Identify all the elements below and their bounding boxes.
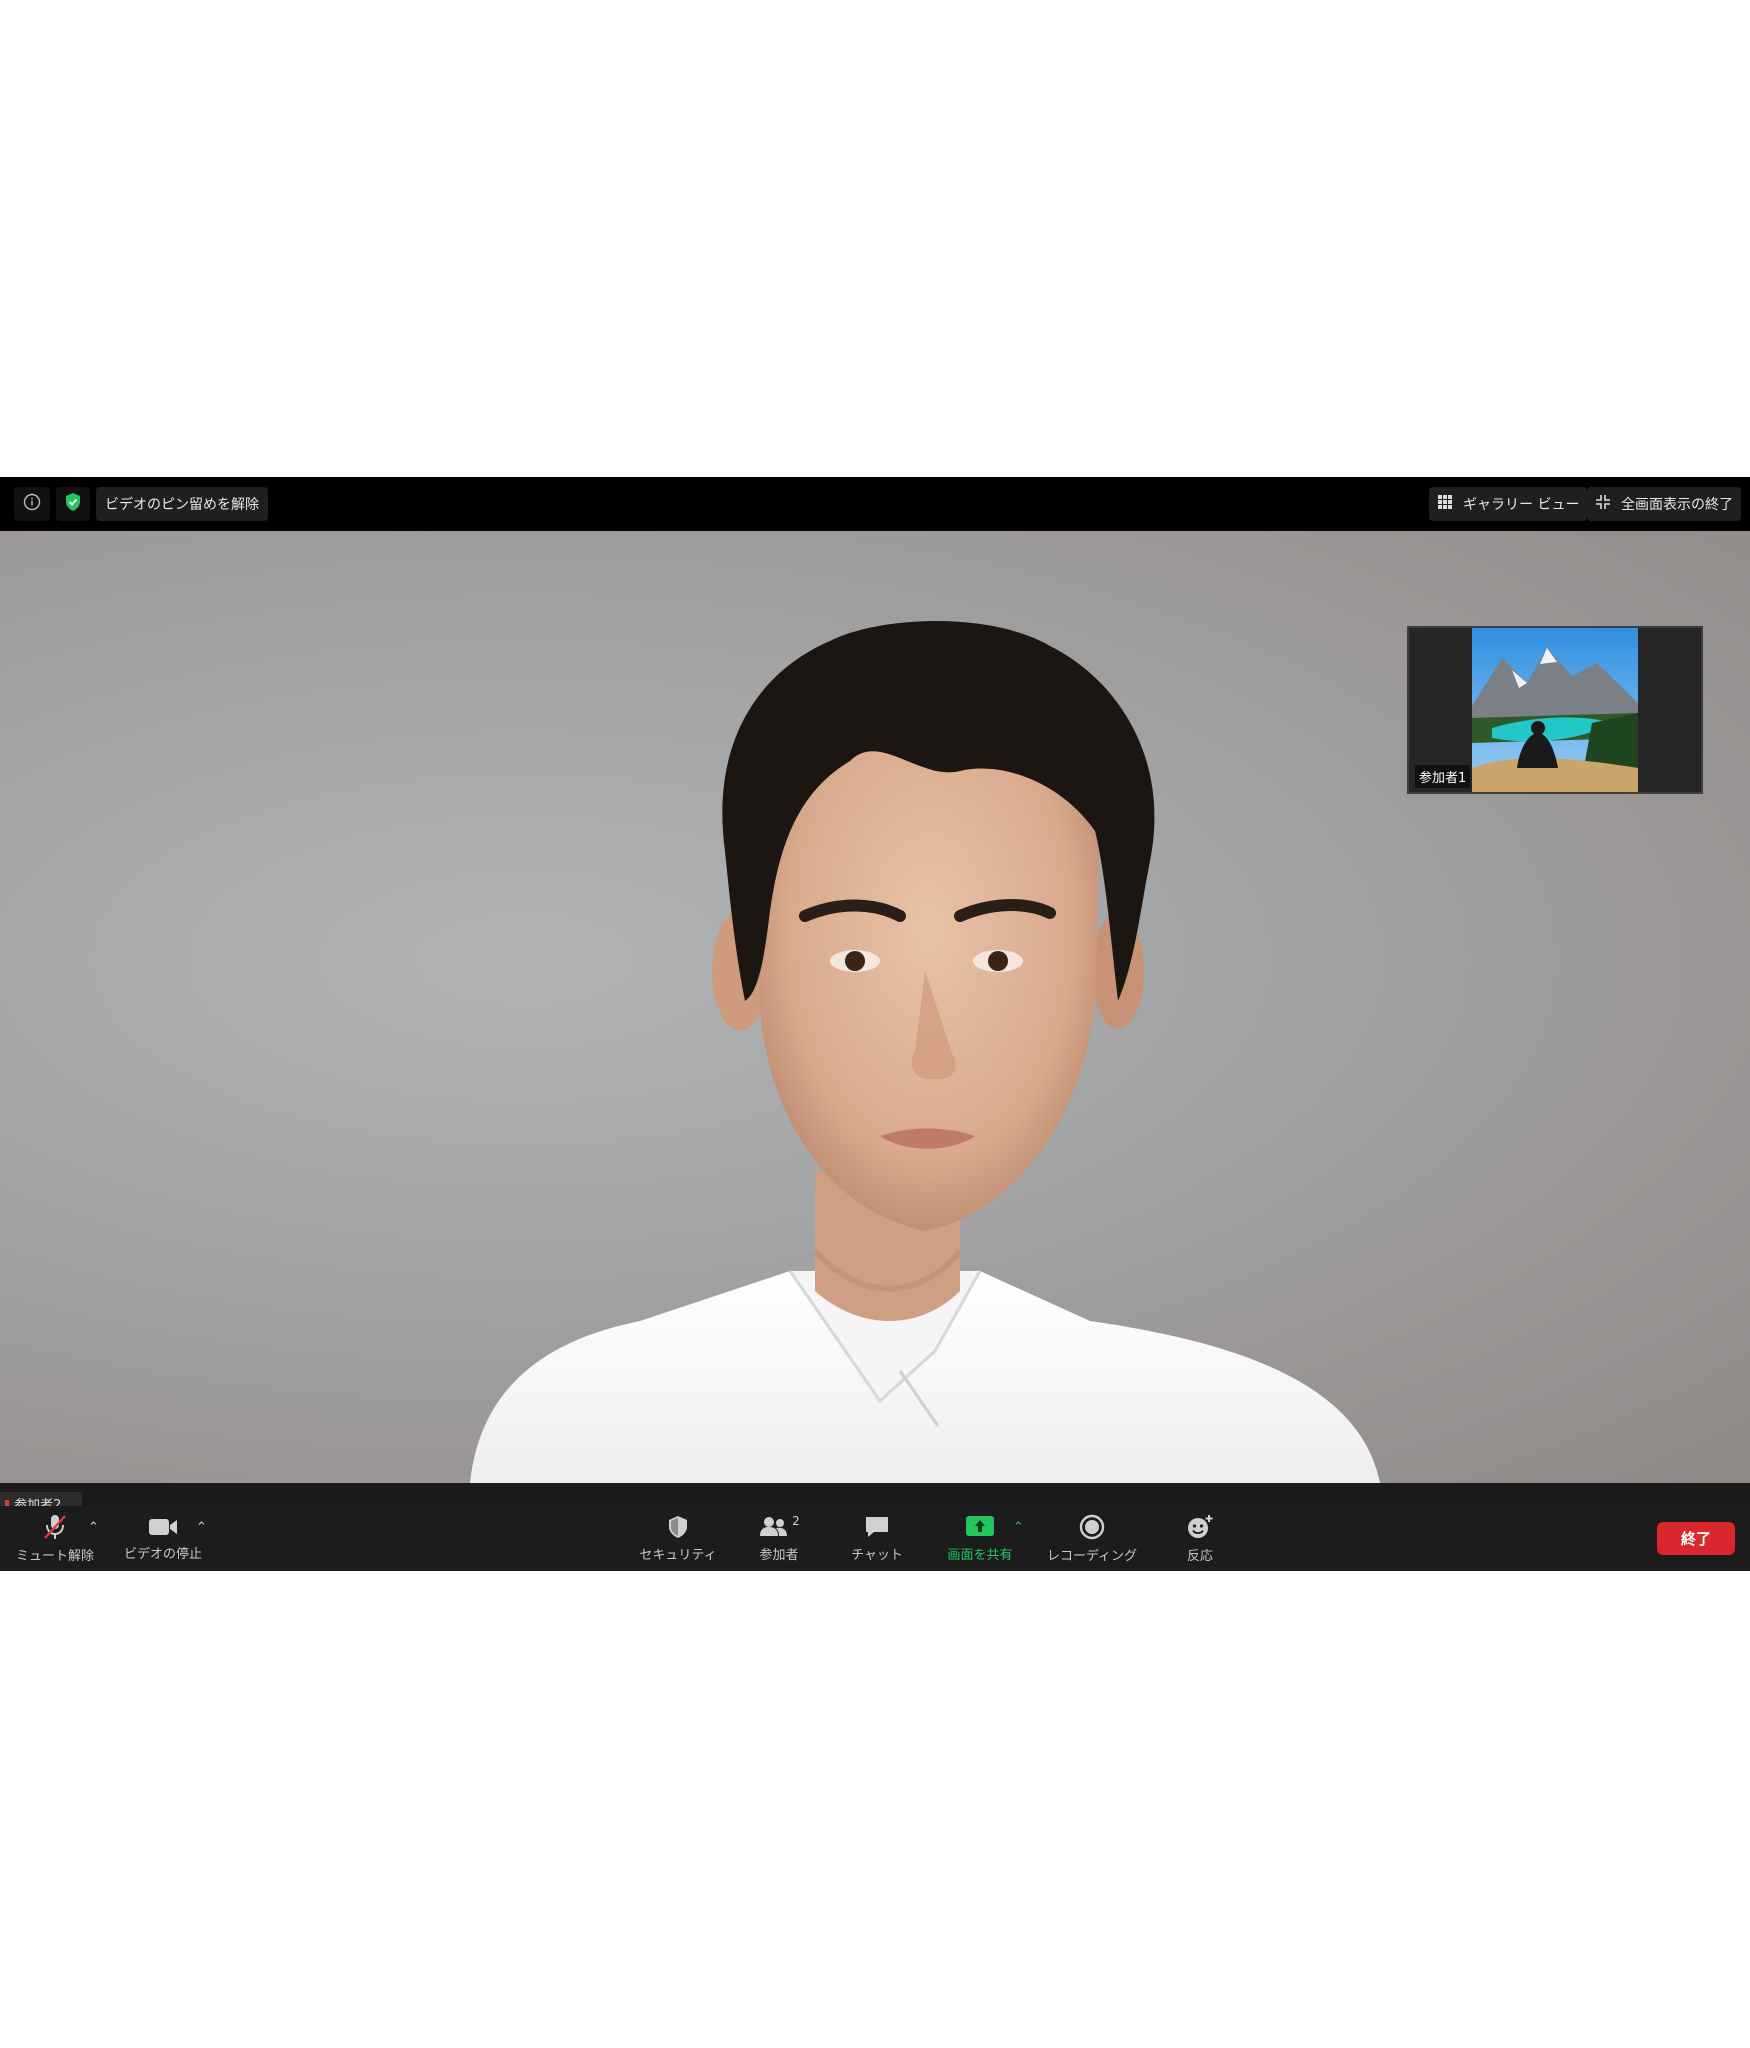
top-bar: ビデオのピン留めを解除 ギャラリー ビュー 全画面表示の終了 (0, 477, 1750, 531)
recording-button[interactable]: レコーディング (1042, 1506, 1142, 1571)
emoji-add-icon (1185, 1513, 1215, 1541)
video-options-caret-icon[interactable]: ⌃ (196, 1520, 207, 1535)
reactions-label: 反応 (1186, 1549, 1213, 1564)
grid-icon (1437, 494, 1453, 514)
stop-video-button[interactable]: ビデオの停止 (120, 1506, 206, 1571)
participants-label: 参加者 (759, 1548, 799, 1563)
share-screen-icon (964, 1514, 996, 1540)
exit-fullscreen-label: 全画面表示の終了 (1621, 497, 1733, 513)
security-shield-icon (665, 1514, 691, 1540)
chat-label: チャット (851, 1548, 903, 1563)
bottom-toolbar: ミュート解除 ⌃ ビデオの停止 ⌃ セキュリティ 2 参加者 チャット 画面を共… (0, 1506, 1750, 1571)
chat-bubble-icon (863, 1514, 891, 1540)
encryption-shield-button[interactable] (56, 487, 90, 521)
participant-1-video-image (1472, 628, 1638, 792)
shield-check-icon (64, 492, 82, 516)
end-meeting-button[interactable]: 終了 (1657, 1522, 1735, 1555)
share-screen-label: 画面を共有 (947, 1548, 1013, 1563)
unpin-video-button[interactable]: ビデオのピン留めを解除 (96, 487, 268, 521)
unmute-button[interactable]: ミュート解除 (12, 1506, 98, 1571)
collapse-icon (1595, 494, 1611, 514)
muted-microphone-icon (40, 1513, 70, 1541)
exit-fullscreen-button[interactable]: 全画面表示の終了 (1587, 487, 1741, 521)
zoom-window: ビデオのピン留めを解除 ギャラリー ビュー 全画面表示の終了 参加者1 ▮ 参加… (0, 477, 1750, 1571)
record-icon (1078, 1513, 1106, 1541)
participants-count: 2 (792, 1514, 800, 1528)
security-button[interactable]: セキュリティ (634, 1506, 722, 1571)
stop-video-label: ビデオの停止 (123, 1547, 202, 1562)
chat-button[interactable]: チャット (836, 1506, 918, 1571)
thumbnail-participant-name: 参加者1 (1415, 765, 1471, 788)
share-screen-button[interactable]: 画面を共有 (935, 1506, 1025, 1571)
recording-label: レコーディング (1046, 1549, 1138, 1564)
gallery-view-label: ギャラリー ビュー (1463, 497, 1580, 513)
participants-icon (758, 1514, 790, 1540)
info-button[interactable] (14, 487, 50, 521)
main-video-view: 参加者1 (0, 531, 1750, 1483)
share-options-caret-icon[interactable]: ⌃ (1013, 1520, 1024, 1535)
info-icon (23, 493, 41, 515)
audio-options-caret-icon[interactable]: ⌃ (88, 1520, 99, 1535)
video-camera-icon (147, 1515, 179, 1539)
participants-button[interactable]: 2 参加者 (738, 1506, 820, 1571)
unmute-label: ミュート解除 (15, 1549, 94, 1564)
gallery-view-button[interactable]: ギャラリー ビュー (1429, 487, 1588, 521)
security-label: セキュリティ (639, 1548, 717, 1563)
participant-thumbnail[interactable]: 参加者1 (1407, 626, 1703, 794)
reactions-button[interactable]: 反応 (1160, 1506, 1240, 1571)
